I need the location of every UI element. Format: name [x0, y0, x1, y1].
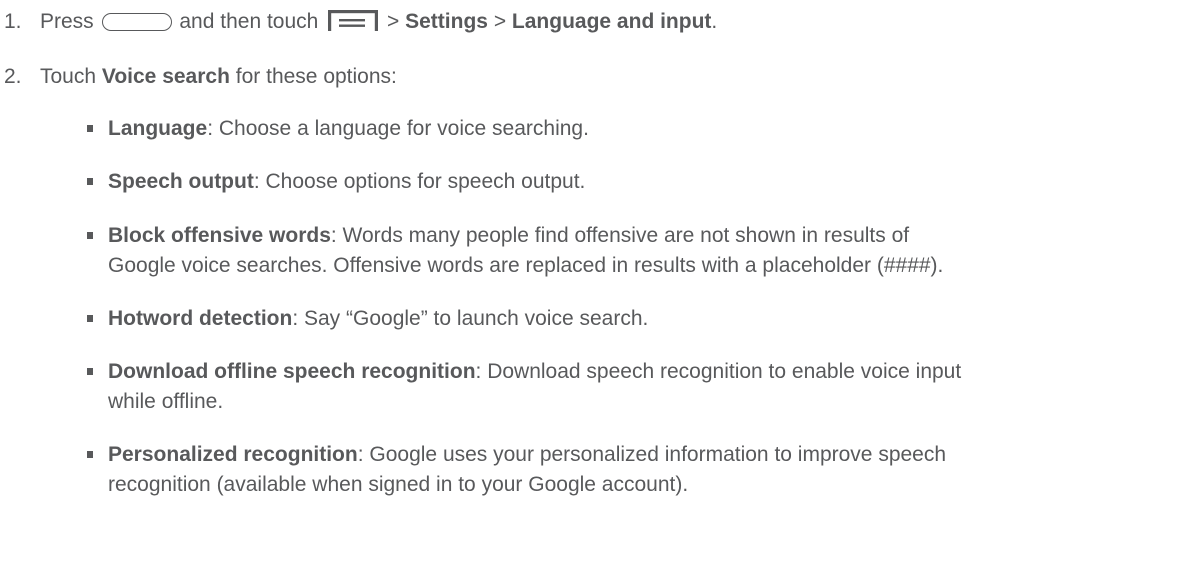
instruction-page: 1. Press and then touch > Settings > Lan… — [0, 0, 1199, 579]
separator: > — [387, 10, 400, 33]
voice-search-label: Voice search — [101, 65, 230, 88]
option-term: Personalized recognition — [108, 443, 358, 466]
menu-icon — [328, 10, 379, 31]
option-description: : Choose a language for voice searching. — [207, 117, 589, 140]
option-description-continued: recognition (available when signed in to… — [108, 473, 689, 496]
option-description-continued: Google voice searches. Offensive words a… — [108, 254, 944, 277]
settings-label: Settings — [405, 10, 488, 33]
home-button-icon — [101, 13, 172, 31]
option-description: : Say “Google” to launch voice search. — [292, 307, 649, 330]
option-description: : Google uses your personalized informat… — [357, 443, 947, 466]
step-2: 2. Touch Voice search for these options: — [4, 62, 397, 92]
step-text: Touch — [40, 65, 97, 88]
bullet-icon — [87, 178, 93, 185]
option-description: : Choose options for speech output. — [253, 170, 586, 193]
period: . — [711, 10, 718, 33]
option-term: Language — [108, 117, 208, 140]
bullet-icon — [87, 368, 93, 375]
option-description: : Download speech recognition to enable … — [475, 360, 962, 383]
step-text: Press — [40, 10, 94, 33]
step-text: and then touch — [179, 10, 319, 33]
option-description-continued: while offline. — [108, 390, 224, 413]
option-term: Hotword detection — [108, 307, 293, 330]
bullet-icon — [87, 451, 93, 458]
option-term: Download offline speech recognition — [108, 360, 476, 383]
language-input-label: Language and input — [511, 10, 712, 33]
step-1: 1. Press and then touch > Settings > Lan… — [4, 7, 717, 37]
option-term: Speech output — [108, 170, 254, 193]
bullet-icon — [87, 125, 93, 132]
bullet-icon — [87, 232, 93, 239]
step-number: 1. — [4, 10, 22, 33]
step-text: for these options: — [235, 65, 397, 88]
option-term: Block offensive words — [108, 224, 331, 247]
bullet-icon — [87, 315, 93, 322]
step-number: 2. — [4, 65, 22, 88]
option-description: : Words many people find offensive are n… — [330, 224, 910, 247]
separator: > — [493, 10, 507, 33]
